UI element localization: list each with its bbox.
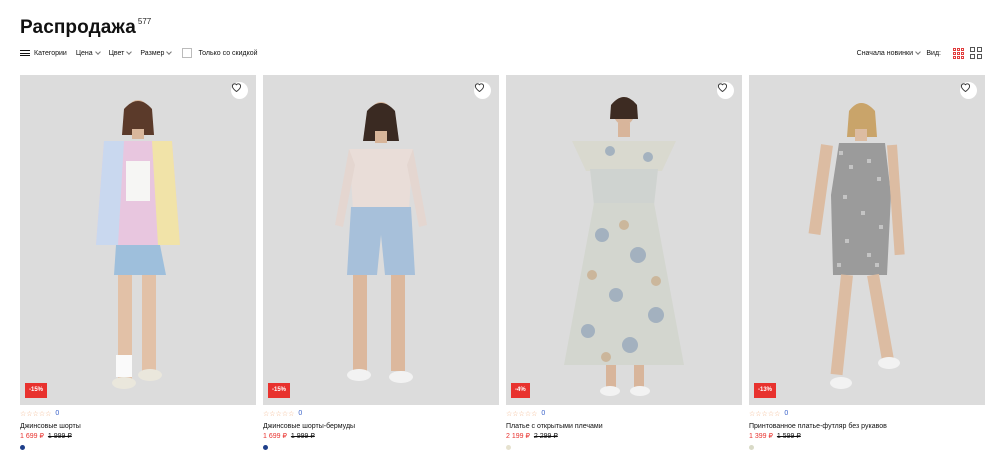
discount-only-checkbox[interactable]	[182, 48, 193, 58]
price-current: 1 699 ₽	[263, 433, 287, 440]
heart-icon	[231, 83, 242, 92]
favorite-button[interactable]	[717, 82, 734, 99]
price-old: 1 999 ₽	[47, 433, 72, 440]
price-old: 1 599 ₽	[776, 433, 801, 440]
product-photo[interactable]: -15%	[20, 75, 256, 405]
chevron-down-icon	[126, 48, 133, 55]
rating-stars: ☆☆☆☆☆	[20, 410, 52, 418]
discount-badge: -4%	[511, 383, 530, 398]
filter-size-label: Размер	[140, 49, 165, 57]
sort-dropdown[interactable]: Сначала новинки	[856, 47, 921, 59]
rating: ☆☆☆☆☆ 0	[749, 409, 985, 418]
product-name[interactable]: Платье с открытыми плечами	[506, 422, 742, 431]
rating-count[interactable]: 0	[55, 410, 59, 417]
product-name[interactable]: Принтованное платье-футляр без рукавов	[749, 422, 985, 431]
chevron-down-icon	[166, 48, 173, 55]
product-card[interactable]: -15% ☆☆☆☆☆ 0 Джинсовые шорты-бермуды 1 6…	[263, 75, 499, 450]
product-prices: 1 699 ₽ 1 999 ₽	[263, 432, 499, 440]
product-prices: 2 199 ₽ 2 299 ₽	[506, 432, 742, 440]
product-photo[interactable]: -15%	[263, 75, 499, 405]
filter-price[interactable]: Цена	[75, 48, 101, 57]
heart-icon	[474, 83, 485, 92]
page-header: Распродажа 577	[20, 16, 151, 40]
product-card[interactable]: -15% ☆☆☆☆☆ 0 Джинсовые шорты 1 699 ₽ 1 9…	[20, 75, 256, 450]
product-prices: 1 399 ₽ 1 599 ₽	[749, 432, 985, 440]
heart-icon	[960, 83, 971, 92]
price-current: 1 699 ₽	[20, 433, 44, 440]
product-card[interactable]: -4% ☆☆☆☆☆ 0 Платье с открытыми плечами 2…	[506, 75, 742, 450]
color-swatch[interactable]	[263, 445, 268, 450]
product-prices: 1 699 ₽ 1 999 ₽	[20, 432, 256, 440]
color-swatch[interactable]	[506, 445, 511, 450]
rating-stars: ☆☆☆☆☆	[263, 410, 295, 418]
product-grid: -15% ☆☆☆☆☆ 0 Джинсовые шорты 1 699 ₽ 1 9…	[20, 75, 985, 450]
filter-bar: Категории Цена Цвет Размер Только со ски…	[20, 47, 267, 59]
product-name[interactable]: Джинсовые шорты	[20, 422, 256, 431]
menu-icon	[20, 50, 30, 56]
price-old: 2 299 ₽	[533, 433, 558, 440]
color-swatch[interactable]	[20, 445, 25, 450]
grid-small-icon[interactable]	[953, 47, 964, 59]
price-old: 1 999 ₽	[290, 433, 315, 440]
discount-badge: -15%	[25, 383, 48, 398]
grid-large-icon[interactable]	[970, 47, 982, 59]
model-figure	[20, 75, 256, 405]
rating: ☆☆☆☆☆ 0	[20, 409, 256, 418]
filter-size[interactable]: Размер	[140, 48, 173, 57]
heart-icon	[717, 83, 728, 92]
product-card[interactable]: -13% ☆☆☆☆☆ 0 Принтованное платье-футляр …	[749, 75, 985, 450]
product-photo[interactable]: -4%	[506, 75, 742, 405]
model-figure	[263, 75, 499, 405]
product-photo[interactable]: -13%	[749, 75, 985, 405]
product-count: 577	[137, 17, 152, 26]
filter-categories-label: Категории	[34, 49, 67, 57]
rating: ☆☆☆☆☆ 0	[506, 409, 742, 418]
favorite-button[interactable]	[474, 82, 491, 99]
rating-stars: ☆☆☆☆☆	[506, 410, 538, 418]
view-label: Вид:	[926, 49, 941, 57]
chevron-down-icon	[94, 48, 101, 55]
filter-discount-only[interactable]: Только со скидкой	[180, 48, 258, 58]
filter-price-label: Цена	[75, 49, 93, 57]
model-figure	[506, 75, 742, 405]
price-current: 1 399 ₽	[749, 433, 773, 440]
page-title: Распродажа	[20, 17, 136, 38]
sort-label: Сначала новинки	[856, 49, 913, 57]
filter-categories[interactable]: Категории	[20, 50, 67, 57]
rating-count[interactable]: 0	[784, 410, 788, 417]
product-name[interactable]: Джинсовые шорты-бермуды	[263, 422, 499, 431]
view-switcher: Вид:	[926, 45, 982, 61]
filter-color[interactable]: Цвет	[108, 48, 133, 57]
discount-badge: -15%	[268, 383, 291, 398]
rating-count[interactable]: 0	[541, 410, 545, 417]
chevron-down-icon	[915, 48, 921, 55]
color-swatch[interactable]	[749, 445, 754, 450]
model-figure	[749, 75, 985, 405]
filter-color-label: Цвет	[108, 49, 125, 57]
favorite-button[interactable]	[960, 82, 977, 99]
rating-count[interactable]: 0	[298, 410, 302, 417]
favorite-button[interactable]	[231, 82, 248, 99]
rating: ☆☆☆☆☆ 0	[263, 409, 499, 418]
discount-only-label: Только со скидкой	[198, 49, 258, 57]
discount-badge: -13%	[754, 383, 777, 398]
rating-stars: ☆☆☆☆☆	[749, 410, 781, 418]
price-current: 2 199 ₽	[506, 433, 530, 440]
